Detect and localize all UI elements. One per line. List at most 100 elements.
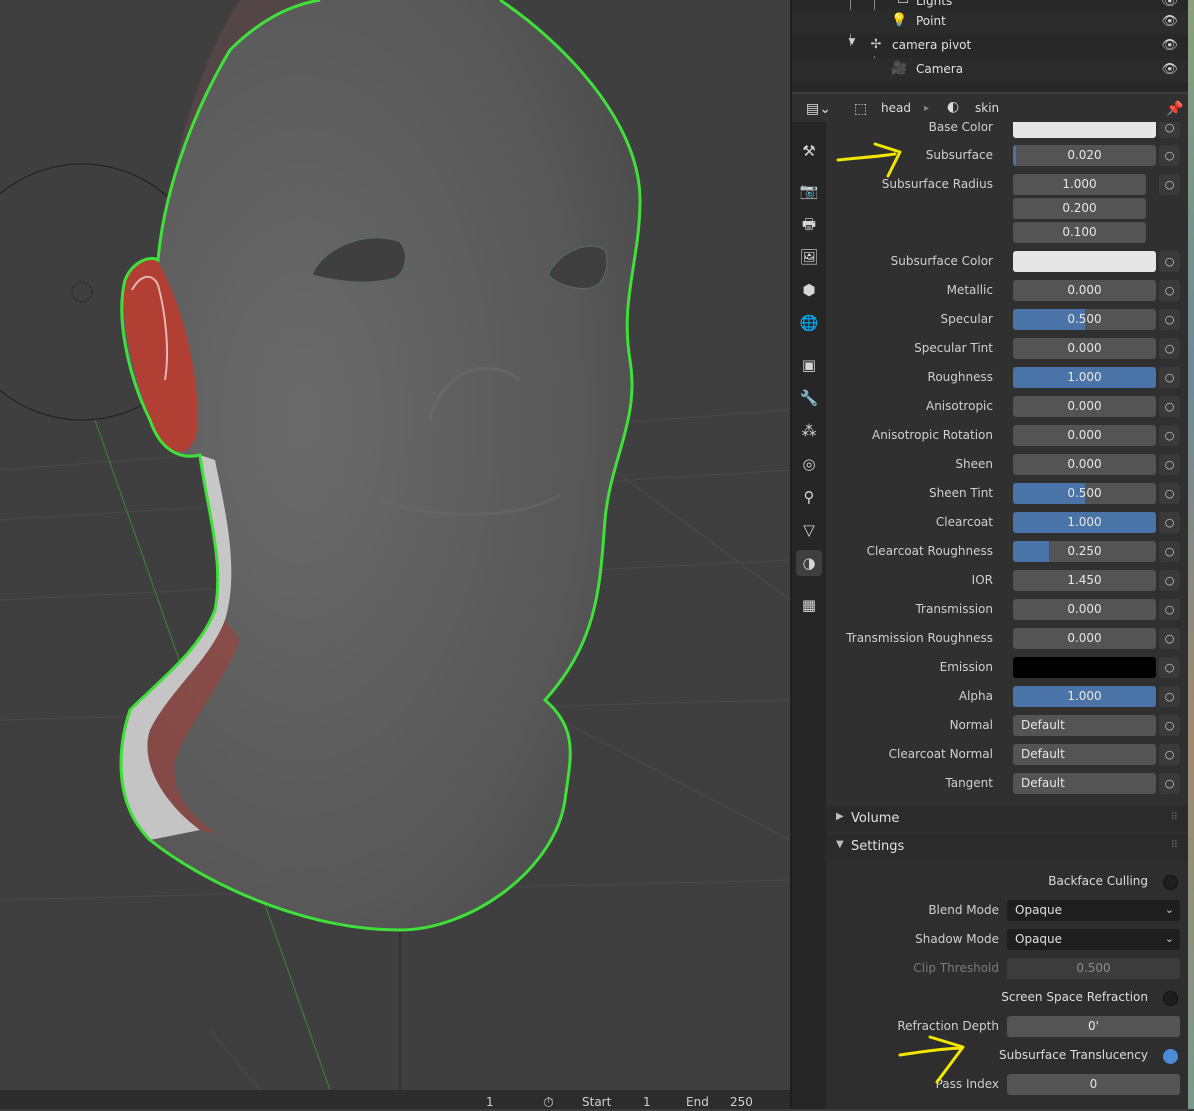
properties-header: ▤⌄ ⬚ head ▸ ◐ skin 📌: [792, 94, 1188, 123]
breadcrumb-object[interactable]: head: [881, 101, 911, 115]
outliner-row-camera[interactable]: 🎥 Camera 👁: [792, 58, 1188, 82]
label: Screen Space Refraction: [1001, 990, 1148, 1004]
socket-link-icon[interactable]: ○: [1159, 174, 1180, 195]
outliner-row-camera-pivot[interactable]: ▼ ✢ camera pivot 👁: [792, 34, 1188, 58]
socket-link-icon[interactable]: ○: [1159, 570, 1180, 591]
output-icon[interactable]: 🖶: [796, 211, 822, 237]
emission-color-swatch[interactable]: [1013, 657, 1156, 678]
backface-culling-checkbox[interactable]: [1163, 875, 1178, 890]
anisotropic-slider[interactable]: 0.000: [1013, 396, 1156, 417]
row-specular-tint: Specular Tint 0.000 ○: [826, 337, 1188, 361]
row-normal: Normal Default ○: [826, 714, 1188, 738]
socket-link-icon[interactable]: ○: [1159, 309, 1180, 330]
subsurface-radius-z[interactable]: 0.100: [1013, 222, 1146, 243]
subsurface-color-swatch[interactable]: [1013, 251, 1156, 272]
socket-link-icon[interactable]: ○: [1159, 773, 1180, 794]
end-label: End: [686, 1095, 709, 1109]
editor-type-icon[interactable]: ▤⌄: [806, 101, 831, 117]
specular-tint-slider[interactable]: 0.000: [1013, 338, 1156, 359]
base-color-swatch[interactable]: [1013, 122, 1156, 138]
drag-grip-icon[interactable]: ⠿: [1171, 840, 1178, 851]
clearcoat-normal-field[interactable]: Default: [1013, 744, 1156, 765]
label: Base Color: [928, 122, 993, 134]
label: Transmission Roughness: [846, 631, 993, 645]
object-icon[interactable]: ▣: [796, 352, 822, 378]
transmission-slider[interactable]: 0.000: [1013, 599, 1156, 620]
ior-field[interactable]: 1.450: [1013, 570, 1156, 591]
clearcoat-slider[interactable]: 1.000: [1013, 512, 1156, 533]
start-frame[interactable]: 1: [643, 1095, 651, 1109]
end-frame[interactable]: 250: [730, 1095, 753, 1109]
socket-link-icon[interactable]: ○: [1159, 367, 1180, 388]
transmission-roughness-slider[interactable]: 0.000: [1013, 628, 1156, 649]
subsurface-radius-x[interactable]: 1.000: [1013, 174, 1146, 195]
eye-icon[interactable]: 👁: [1161, 38, 1178, 53]
eye-icon[interactable]: 👁: [1161, 14, 1178, 29]
modifier-wrench-icon[interactable]: 🔧: [796, 385, 822, 411]
socket-link-icon[interactable]: ○: [1159, 251, 1180, 272]
light-origin-icon[interactable]: [71, 281, 93, 303]
world-icon[interactable]: 🌐: [796, 310, 822, 336]
socket-link-icon[interactable]: ○: [1159, 686, 1180, 707]
normal-field[interactable]: Default: [1013, 715, 1156, 736]
view-layer-icon[interactable]: 🖼: [796, 244, 822, 270]
sheen-tint-slider[interactable]: 0.500: [1013, 483, 1156, 504]
socket-link-icon[interactable]: ○: [1159, 425, 1180, 446]
socket-link-icon[interactable]: ○: [1159, 541, 1180, 562]
socket-link-icon[interactable]: ○: [1159, 715, 1180, 736]
outliner-row-point[interactable]: 💡 Point 👁: [792, 10, 1188, 34]
eye-icon[interactable]: 👁: [1161, 0, 1178, 9]
drag-grip-icon[interactable]: ⠿: [1171, 812, 1178, 823]
texture-checker-icon[interactable]: ▦: [796, 592, 822, 618]
socket-link-icon[interactable]: ○: [1159, 744, 1180, 765]
subsurface-radius-y[interactable]: 0.200: [1013, 198, 1146, 219]
tool-icon[interactable]: ⚒: [796, 138, 822, 164]
socket-link-icon[interactable]: ○: [1159, 454, 1180, 475]
specular-slider[interactable]: 0.500: [1013, 309, 1156, 330]
socket-link-icon[interactable]: ○: [1159, 338, 1180, 359]
current-frame[interactable]: 1: [486, 1095, 494, 1109]
socket-link-icon[interactable]: ○: [1159, 512, 1180, 533]
screen-space-refraction-checkbox[interactable]: [1163, 991, 1178, 1006]
expand-arrow-icon[interactable]: ▼: [844, 37, 860, 53]
socket-link-icon[interactable]: ○: [1159, 396, 1180, 417]
metallic-slider[interactable]: 0.000: [1013, 280, 1156, 301]
breadcrumb-material[interactable]: skin: [975, 101, 999, 115]
clearcoat-roughness-slider[interactable]: 0.250: [1013, 541, 1156, 562]
label: Alpha: [958, 689, 993, 703]
volume-panel-header[interactable]: ▶ Volume ⠿: [826, 806, 1188, 832]
socket-link-icon[interactable]: ○: [1159, 628, 1180, 649]
subsurface-slider[interactable]: 0.020: [1013, 145, 1156, 166]
sheen-slider[interactable]: 0.000: [1013, 454, 1156, 475]
socket-link-icon[interactable]: ○: [1159, 280, 1180, 301]
row-refraction-depth: Refraction Depth 0': [826, 1015, 1188, 1039]
material-tab-icon[interactable]: ◑: [796, 550, 822, 576]
row-sheen-tint: Sheen Tint 0.500 ○: [826, 482, 1188, 506]
constraints-icon[interactable]: ⚲: [796, 484, 822, 510]
socket-link-icon[interactable]: ○: [1159, 657, 1180, 678]
blend-mode-dropdown[interactable]: Opaque ⌄: [1007, 900, 1180, 921]
shadow-mode-dropdown[interactable]: Opaque ⌄: [1007, 929, 1180, 950]
3d-viewport[interactable]: [0, 0, 790, 1090]
tangent-field[interactable]: Default: [1013, 773, 1156, 794]
object-data-icon[interactable]: ▽: [796, 517, 822, 543]
pin-icon[interactable]: 📌: [1166, 101, 1183, 117]
scene-icon[interactable]: ⬢: [796, 277, 822, 303]
socket-link-icon[interactable]: ○: [1159, 483, 1180, 504]
anisotropic-rotation-slider[interactable]: 0.000: [1013, 425, 1156, 446]
render-icon[interactable]: 📷: [796, 178, 822, 204]
roughness-slider[interactable]: 1.000: [1013, 367, 1156, 388]
subsurface-translucency-checkbox[interactable]: [1163, 1049, 1178, 1064]
socket-link-icon[interactable]: ○: [1159, 122, 1180, 138]
pass-index-field[interactable]: 0: [1007, 1074, 1180, 1095]
socket-link-icon[interactable]: ○: [1159, 145, 1180, 166]
refraction-depth-field[interactable]: 0': [1007, 1016, 1180, 1037]
settings-panel-header[interactable]: ▼ Settings ⠿: [826, 834, 1188, 860]
head-mesh[interactable]: [121, 0, 640, 930]
particles-icon[interactable]: ⁂: [796, 418, 822, 444]
eye-icon[interactable]: 👁: [1161, 62, 1178, 77]
row-ior: IOR 1.450 ○: [826, 569, 1188, 593]
physics-icon[interactable]: ◎: [796, 451, 822, 477]
socket-link-icon[interactable]: ○: [1159, 599, 1180, 620]
alpha-slider[interactable]: 1.000: [1013, 686, 1156, 707]
